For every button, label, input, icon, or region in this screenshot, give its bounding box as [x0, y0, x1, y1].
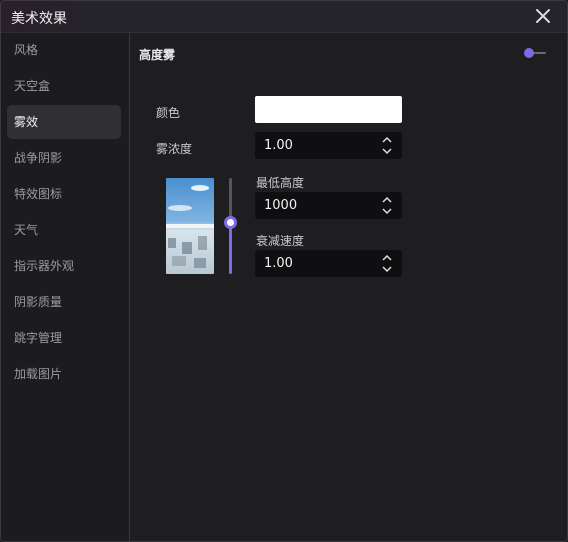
- height-fog-toggle[interactable]: [524, 47, 546, 59]
- color-label: 颜色: [156, 106, 181, 120]
- decay-stepper[interactable]: 1.00: [255, 250, 402, 277]
- fog-settings-panel: 高度雾 颜色 雾浓度 1.00 最低高度 1000 衰减速度 1.00: [130, 33, 567, 541]
- sidebar-item-damage-text[interactable]: 跳字管理: [7, 321, 121, 355]
- toggle-knob: [524, 48, 534, 58]
- sidebar-item-effect-icons[interactable]: 特效图标: [7, 177, 121, 211]
- art-effects-window: 美术效果 风格 天空盒 雾效 战争阴影 特效图标 天气 指示器外观 阴影质量 跳…: [0, 0, 568, 542]
- density-stepper[interactable]: 1.00: [255, 132, 402, 159]
- density-label: 雾浓度: [156, 142, 193, 156]
- decay-label: 衰减速度: [256, 234, 305, 248]
- fog-preview-image: [166, 178, 214, 274]
- decay-value: 1.00: [264, 256, 293, 271]
- window-title: 美术效果: [11, 11, 67, 27]
- close-icon[interactable]: [532, 5, 554, 27]
- sidebar-item-fog-of-war[interactable]: 战争阴影: [7, 141, 121, 175]
- sidebar-item-skybox[interactable]: 天空盒: [7, 69, 121, 103]
- density-value: 1.00: [264, 138, 293, 153]
- fog-color-swatch[interactable]: [255, 96, 402, 123]
- sidebar-item-style[interactable]: 风格: [7, 33, 121, 67]
- min-height-stepper[interactable]: 1000: [255, 192, 402, 219]
- stepper-arrows-icon[interactable]: [381, 196, 393, 215]
- sidebar: 风格 天空盒 雾效 战争阴影 特效图标 天气 指示器外观 阴影质量 跳字管理 加…: [1, 33, 130, 541]
- sidebar-item-indicator-appearance[interactable]: 指示器外观: [7, 249, 121, 283]
- section-title: 高度雾: [139, 48, 176, 62]
- sidebar-item-shadow-quality[interactable]: 阴影质量: [7, 285, 121, 319]
- min-height-label: 最低高度: [256, 176, 305, 190]
- title-bar: 美术效果: [1, 1, 567, 33]
- stepper-arrows-icon[interactable]: [381, 254, 393, 273]
- min-height-value: 1000: [264, 198, 298, 213]
- fog-height-slider-handle[interactable]: [224, 216, 237, 229]
- stepper-arrows-icon[interactable]: [381, 136, 393, 155]
- sidebar-item-loading-images[interactable]: 加载图片: [7, 357, 121, 391]
- sidebar-item-fog[interactable]: 雾效: [7, 105, 121, 139]
- sidebar-item-weather[interactable]: 天气: [7, 213, 121, 247]
- fog-height-slider-fill: [229, 223, 232, 274]
